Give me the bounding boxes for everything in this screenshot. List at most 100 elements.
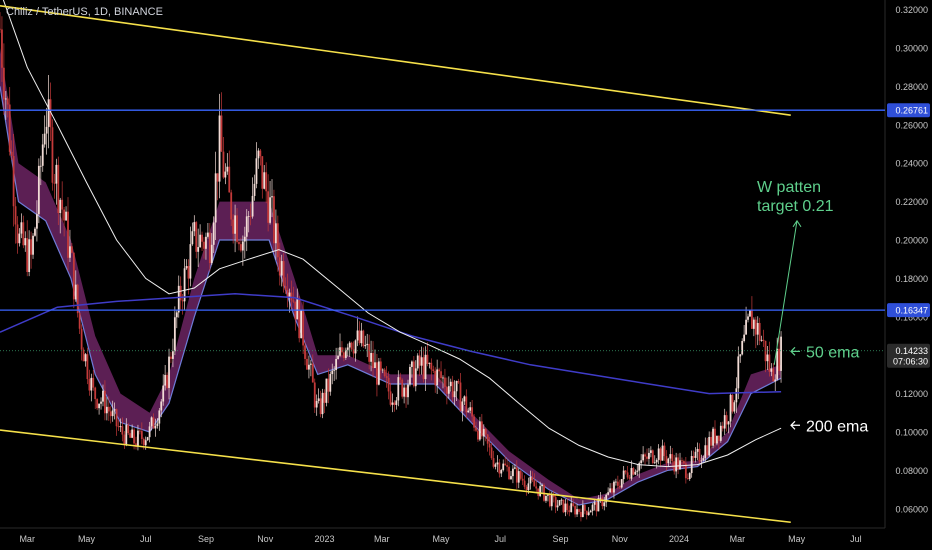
candle-body [342, 352, 345, 358]
candle [436, 359, 439, 394]
candle-body [539, 486, 542, 496]
candle-body [214, 173, 217, 223]
candle [265, 162, 268, 204]
candle-body [723, 415, 726, 429]
candle [405, 384, 407, 408]
candle-body [482, 428, 485, 437]
candle [195, 221, 198, 259]
candle [556, 499, 559, 511]
candle-body [649, 450, 652, 453]
candle [762, 329, 765, 348]
candle-body [603, 502, 606, 507]
candle [688, 472, 691, 481]
candles [0, 12, 782, 522]
candle-body [20, 222, 23, 234]
candle [356, 316, 359, 347]
candle [580, 508, 582, 522]
candle [568, 505, 571, 517]
candle [698, 443, 701, 464]
y-tick-label: 0.32000 [895, 5, 928, 15]
candle-body [556, 505, 559, 508]
candle-body [743, 334, 746, 342]
candle-body [241, 241, 244, 251]
candle [251, 177, 254, 219]
candle-body [335, 358, 338, 370]
candle [521, 472, 524, 486]
candle-body [412, 361, 415, 387]
candle-body [391, 402, 394, 405]
candle [191, 222, 194, 246]
candle-body [98, 403, 100, 409]
candle [170, 351, 172, 364]
candle [632, 466, 635, 476]
candle-body [595, 502, 598, 512]
candle [8, 87, 11, 156]
x-tick-label: Nov [257, 534, 274, 544]
candle [94, 386, 97, 409]
candle [65, 206, 67, 221]
candle-body [290, 292, 293, 301]
candle [269, 180, 271, 225]
candle [82, 347, 85, 362]
w-pattern-label: W patten [757, 179, 821, 196]
candle-body [232, 219, 235, 234]
candle [576, 504, 578, 517]
candle [566, 498, 569, 515]
candle-body [694, 451, 697, 458]
candle [560, 498, 563, 505]
candle [385, 366, 388, 388]
candle [226, 153, 229, 175]
candle [224, 163, 227, 185]
candle-body [471, 407, 474, 417]
candle [500, 468, 503, 478]
candle-body [615, 481, 617, 483]
candle-body [374, 362, 376, 369]
y-tick-label: 0.12000 [895, 389, 928, 399]
candle-body [206, 232, 209, 237]
candle-body [692, 456, 695, 458]
x-tick-label: May [433, 534, 451, 544]
candle [506, 458, 509, 472]
candle-body [259, 150, 262, 157]
candle-body [88, 379, 91, 391]
candle [704, 437, 707, 462]
candle [317, 388, 320, 404]
candle-body [341, 347, 343, 353]
candle [445, 377, 448, 405]
candle-body [18, 233, 21, 244]
candle [756, 316, 759, 346]
candle-body [224, 171, 227, 178]
x-tick-label: Nov [612, 534, 629, 544]
candle-body [562, 499, 565, 513]
candle [651, 449, 654, 465]
candle-body [418, 355, 421, 366]
candle-body [304, 345, 306, 359]
candle-body [716, 435, 718, 444]
candle-body [642, 454, 645, 461]
candle [679, 452, 681, 470]
candle-body [288, 292, 291, 298]
candle [51, 119, 54, 191]
candle-body [208, 232, 211, 264]
candle [0, 12, 1, 33]
candle-body [663, 445, 666, 457]
candle-body [574, 505, 577, 515]
candle-body [150, 417, 153, 427]
candle-body [45, 126, 48, 134]
candle-body [607, 492, 610, 495]
ema200-arrow [790, 420, 800, 430]
candle-body [601, 497, 604, 507]
candle [362, 329, 365, 348]
candle-body [379, 361, 382, 371]
candle-body [498, 462, 501, 474]
candle-body [175, 312, 178, 318]
candle-body [111, 410, 114, 417]
candle-body [739, 354, 742, 357]
candle-body [430, 362, 433, 370]
drawings [0, 4, 885, 524]
candle-body [55, 164, 58, 184]
price-chart[interactable]: 0.060000.080000.100000.120000.140000.160… [0, 0, 932, 550]
candle [648, 448, 650, 465]
candle-body [37, 165, 40, 215]
candle [673, 454, 676, 475]
